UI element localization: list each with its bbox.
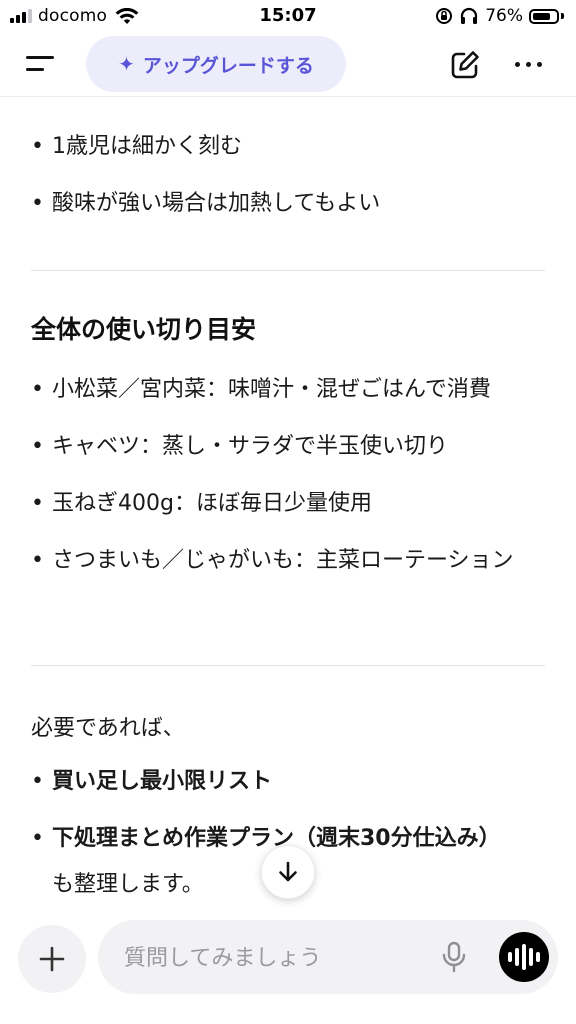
upgrade-button[interactable]: ✦ アップグレードする [86, 36, 346, 92]
battery-cap [561, 13, 564, 19]
more-dot [515, 62, 520, 67]
closing-text: も整理します。 [52, 872, 204, 897]
more-dot [526, 62, 531, 67]
app-header: ✦ アップグレードする [0, 34, 576, 96]
waveform-bar [536, 952, 540, 962]
bullet-dot: • [31, 548, 44, 573]
waveform-bar [529, 948, 533, 966]
list-item: • 買い足し最小限リスト [31, 759, 546, 805]
header-divider [0, 96, 576, 97]
list-item: • 酸味が強い場合は加熱してもよい [31, 181, 546, 227]
list-item: • 小松菜／宮内菜：味噌汁・混ぜごはんで消費 [31, 367, 546, 413]
new-chat-edit-icon[interactable] [448, 48, 482, 82]
sparkle-icon: ✦ [118, 52, 135, 76]
bullet-dot: • [31, 826, 44, 851]
status-right: 76% [435, 6, 564, 26]
chat-screen: docomo 15:07 76% ✦ アップグレードする • 1歳児は細かく刻む… [0, 0, 576, 1024]
bullet-dot: • [31, 491, 44, 516]
waveform-bar [522, 944, 526, 970]
menu-icon-line [26, 56, 54, 59]
intro-text: 必要であれば、 [31, 716, 185, 741]
section-divider [31, 270, 545, 271]
bullet-dot: • [31, 377, 44, 402]
scroll-to-bottom-button[interactable] [261, 845, 315, 899]
headphones-icon [461, 7, 478, 24]
menu-icon-line [26, 68, 44, 71]
add-attachment-button[interactable] [18, 925, 86, 993]
list-item: • 1歳児は細かく刻む [31, 124, 546, 170]
bullet-dot: • [31, 134, 44, 159]
arrow-down-icon [279, 861, 297, 882]
plus-icon [39, 946, 65, 972]
waveform-bar [515, 948, 519, 966]
microphone-icon[interactable] [438, 940, 470, 974]
voice-mode-button[interactable] [499, 932, 549, 982]
bullet-dot: • [31, 434, 44, 459]
more-dot [537, 62, 542, 67]
waveform-bar [508, 952, 512, 962]
rotation-lock-icon [436, 8, 453, 24]
status-bar: docomo 15:07 76% [0, 0, 576, 34]
battery-percent: 76% [485, 6, 523, 26]
more-options-button[interactable] [515, 58, 551, 72]
bullet-dot: • [31, 191, 44, 216]
message-input[interactable] [122, 934, 426, 982]
bullet-dot: • [31, 769, 44, 794]
upgrade-label: アップグレードする [142, 54, 314, 77]
list-item: • さつまいも／じゃがいも：主菜ローテーション [31, 538, 546, 584]
section-divider [31, 665, 545, 666]
battery-icon [529, 8, 559, 24]
message-composer [98, 920, 558, 994]
menu-button[interactable] [26, 52, 60, 78]
list-item: • 玉ねぎ400g：ほぼ毎日少量使用 [31, 481, 546, 527]
section-heading: 全体の使い切り目安 [31, 315, 257, 344]
list-item: • キャベツ：蒸し・サラダで半玉使い切り [31, 424, 546, 470]
